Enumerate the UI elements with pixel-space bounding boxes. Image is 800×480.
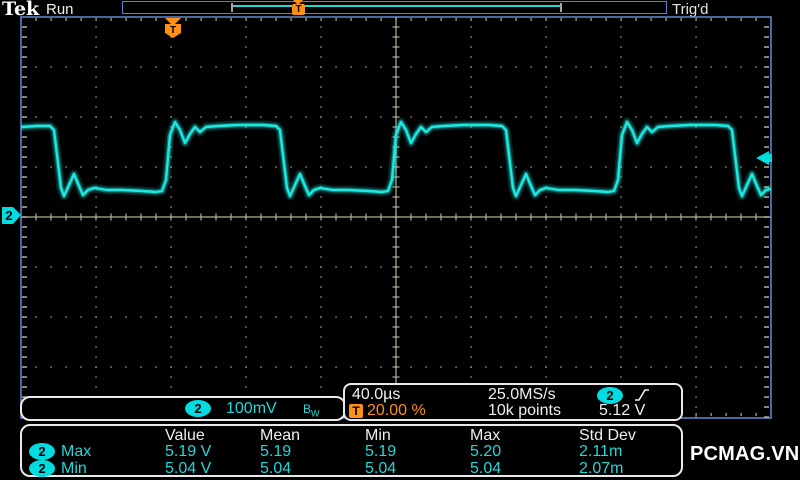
channel2-readout-box: 2 100mV BW (20, 396, 346, 421)
channel2-badge: 2 (185, 400, 211, 417)
svg-text:2: 2 (5, 208, 12, 223)
trigger-t-icon: T (349, 404, 363, 418)
trigger-position-percent: 20.00 % (367, 402, 426, 419)
trigger-level-value: 5.12 V (599, 402, 646, 419)
channel2-reference-marker: 2 (2, 207, 21, 224)
measurement-value: 5.04 V (165, 460, 212, 477)
timebase-trigger-readout-box: 40.0µs 25.0MS/s 2 T 20.00 % 10k points 5… (343, 383, 683, 421)
channel2-badge: 2 (29, 460, 55, 477)
trigger-position-flag-icon: T (165, 18, 181, 38)
measurement-min: 5.04 (365, 460, 397, 477)
record-length: 10k points (488, 402, 561, 419)
measurement-stddev: 2.11m (579, 443, 623, 460)
measurement-min: 5.19 (365, 443, 397, 460)
channel2-scale: 100mV (226, 400, 277, 417)
measurement-name: Max (61, 443, 92, 460)
measurement-max: 5.20 (470, 443, 502, 460)
measurement-table: Value Mean Min Max Std Dev 2 Max 5.19 V … (20, 424, 683, 477)
channel2-badge: 2 (29, 443, 55, 460)
measurement-stddev: 2.07m (579, 460, 624, 477)
measurement-mean: 5.19 (260, 443, 292, 460)
measurement-name: Min (61, 460, 87, 477)
bandwidth-limit-indicator: BW (303, 402, 320, 419)
trigger-level-arrow-icon (756, 151, 772, 165)
measurement-mean: 5.04 (260, 460, 292, 477)
graticule-grid (20, 16, 772, 419)
measurement-value: 5.19 V (165, 443, 212, 460)
pcmag-watermark: PCMAG.VN (690, 443, 800, 465)
rising-edge-icon (635, 389, 649, 401)
measurement-max: 5.04 (470, 460, 502, 477)
oscilloscope-screen: Tek Run Trig'd T T 2 2 100mV BW 40.0µs 2… (0, 0, 800, 480)
svg-text:T: T (170, 25, 176, 36)
